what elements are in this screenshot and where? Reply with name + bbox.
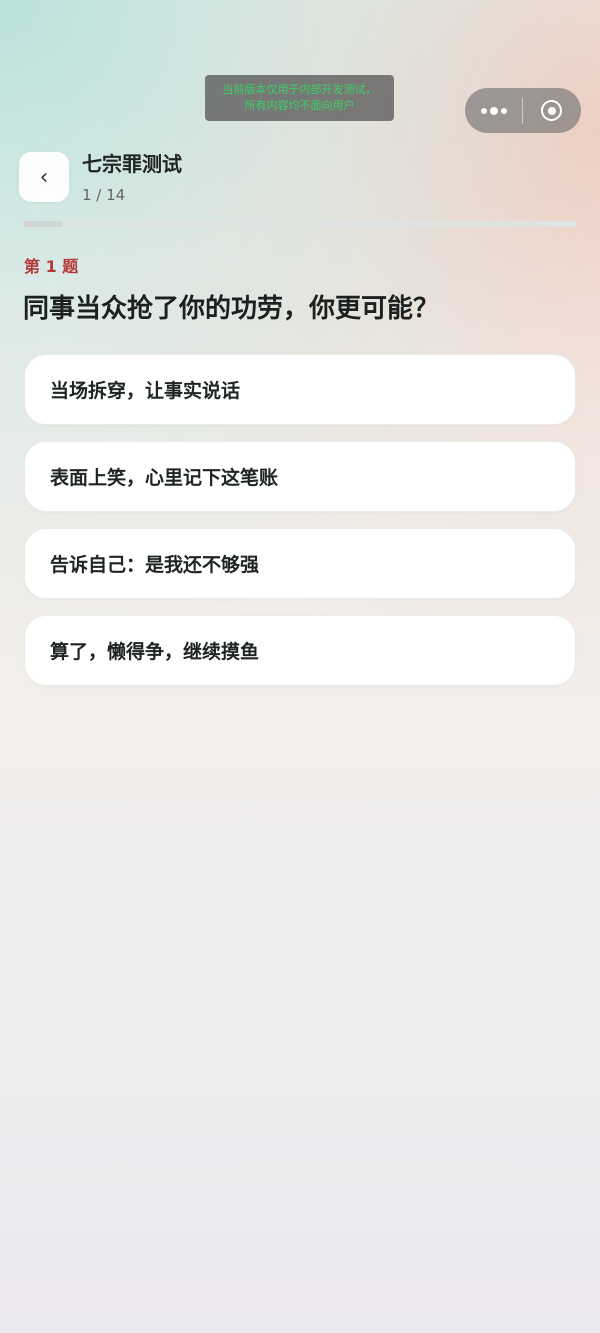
more-button[interactable] <box>465 88 522 133</box>
dev-notice: 当前版本仅用于内部开发测试， 所有内容均不面向用户 <box>205 75 394 121</box>
progress-counter: 1 / 14 <box>82 186 126 204</box>
answer-option-2[interactable]: 表面上笑，心里记下这笔账 <box>24 441 576 512</box>
progress-bar-fill <box>23 221 63 227</box>
miniprogram-capsule <box>465 88 581 133</box>
question-text: 同事当众抢了你的功劳，你更可能？ <box>23 294 440 324</box>
answer-option-1[interactable]: 当场拆穿，让事实说话 <box>24 354 576 425</box>
chevron-left-icon: ‹ <box>39 165 49 190</box>
close-miniprogram-button[interactable] <box>523 88 580 133</box>
answer-option-4[interactable]: 算了，懒得争，继续摸鱼 <box>24 615 576 686</box>
dev-notice-line-1: 当前版本仅用于内部开发测试， <box>222 83 377 96</box>
answer-options: 当场拆穿，让事实说话 表面上笑，心里记下这笔账 告诉自己：是我还不够强 算了，懒… <box>24 354 576 702</box>
answer-option-3[interactable]: 告诉自己：是我还不够强 <box>24 528 576 599</box>
question-number: 第 1 题 <box>24 257 79 276</box>
back-button[interactable]: ‹ <box>19 152 69 202</box>
more-dots-icon <box>480 106 507 115</box>
page-title: 七宗罪测试 <box>82 152 182 176</box>
target-ring-icon <box>541 100 562 121</box>
progress-bar <box>23 221 577 227</box>
dev-notice-line-2: 所有内容均不面向用户 <box>244 99 355 112</box>
